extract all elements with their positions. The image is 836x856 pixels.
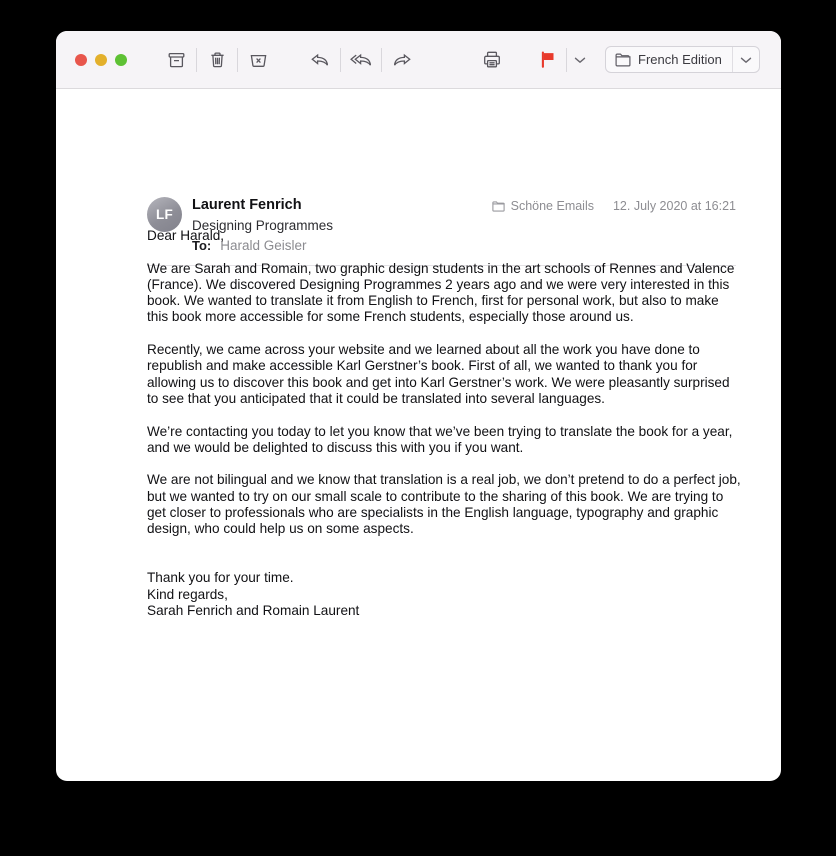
forward-button[interactable]	[382, 43, 422, 77]
folder-select-label: French Edition	[638, 52, 722, 67]
body-greeting: Dear Harald,	[147, 228, 225, 243]
mailbox-actions-group	[156, 43, 278, 77]
body-signoff-regards: Kind regards,	[147, 586, 228, 602]
body-signoff-names: Sarah Fenrich and Romain Laurent	[147, 602, 360, 618]
reply-all-arrow-icon	[350, 53, 372, 66]
trash-icon	[210, 51, 224, 67]
flag-menu-button[interactable]	[567, 43, 593, 77]
forward-arrow-icon	[393, 53, 411, 66]
folder-select-main[interactable]: French Edition	[606, 47, 732, 72]
message-meta: Schöne Emails 12. July 2020 at 16:21	[491, 199, 736, 213]
traffic-light-buttons	[75, 53, 127, 66]
sender-name: Laurent Fenrich	[192, 197, 302, 213]
body-paragraph-3: We’re contacting you today to let you kn…	[147, 423, 733, 455]
maximize-window-button[interactable]	[115, 53, 127, 66]
print-button[interactable]	[472, 43, 512, 77]
mail-message-window: French Edition LF Laurent Fenrich Design…	[56, 31, 781, 781]
print-group	[472, 43, 512, 77]
minimize-window-button[interactable]	[95, 53, 107, 66]
move-to-folder-select[interactable]: French Edition	[605, 46, 760, 73]
avatar-initials: LF	[155, 207, 174, 222]
close-window-button[interactable]	[75, 53, 87, 66]
body-paragraph-1: We are Sarah and Romain, two graphic des…	[147, 260, 735, 325]
mailbox-name: Schöne Emails	[510, 199, 594, 213]
chevron-down-icon	[740, 57, 752, 63]
flag-icon	[541, 51, 554, 68]
mailbox-info: Schöne Emails	[491, 199, 594, 213]
archive-button[interactable]	[156, 43, 196, 77]
folder-icon	[615, 53, 631, 66]
mailbox-folder-icon	[491, 200, 505, 212]
avatar: LF	[147, 197, 182, 232]
delete-button[interactable]	[197, 43, 237, 77]
reply-actions-group	[300, 43, 422, 77]
reply-arrow-icon	[311, 53, 329, 66]
printer-icon	[484, 51, 500, 68]
archive-box-icon	[168, 52, 184, 67]
message-body[interactable]: Dear Harald, We are Sarah and Romain, tw…	[147, 228, 741, 619]
body-paragraph-4: We are not bilingual and we know that tr…	[147, 472, 741, 537]
chevron-down-icon	[574, 57, 586, 63]
folder-select-chevron-button[interactable]	[733, 47, 759, 72]
junk-bin-x-icon	[250, 54, 266, 67]
reply-button[interactable]	[300, 43, 340, 77]
message-date: 12. July 2020 at 16:21	[612, 199, 736, 213]
reply-all-button[interactable]	[341, 43, 381, 77]
window-toolbar: French Edition	[56, 31, 781, 89]
junk-button[interactable]	[238, 43, 278, 77]
flag-button[interactable]	[530, 43, 566, 77]
body-paragraph-2: Recently, we came across your website an…	[147, 342, 730, 406]
message-header: LF Laurent Fenrich Designing Programmes …	[56, 89, 781, 266]
body-signoff-thanks: Thank you for your time.	[147, 570, 294, 586]
